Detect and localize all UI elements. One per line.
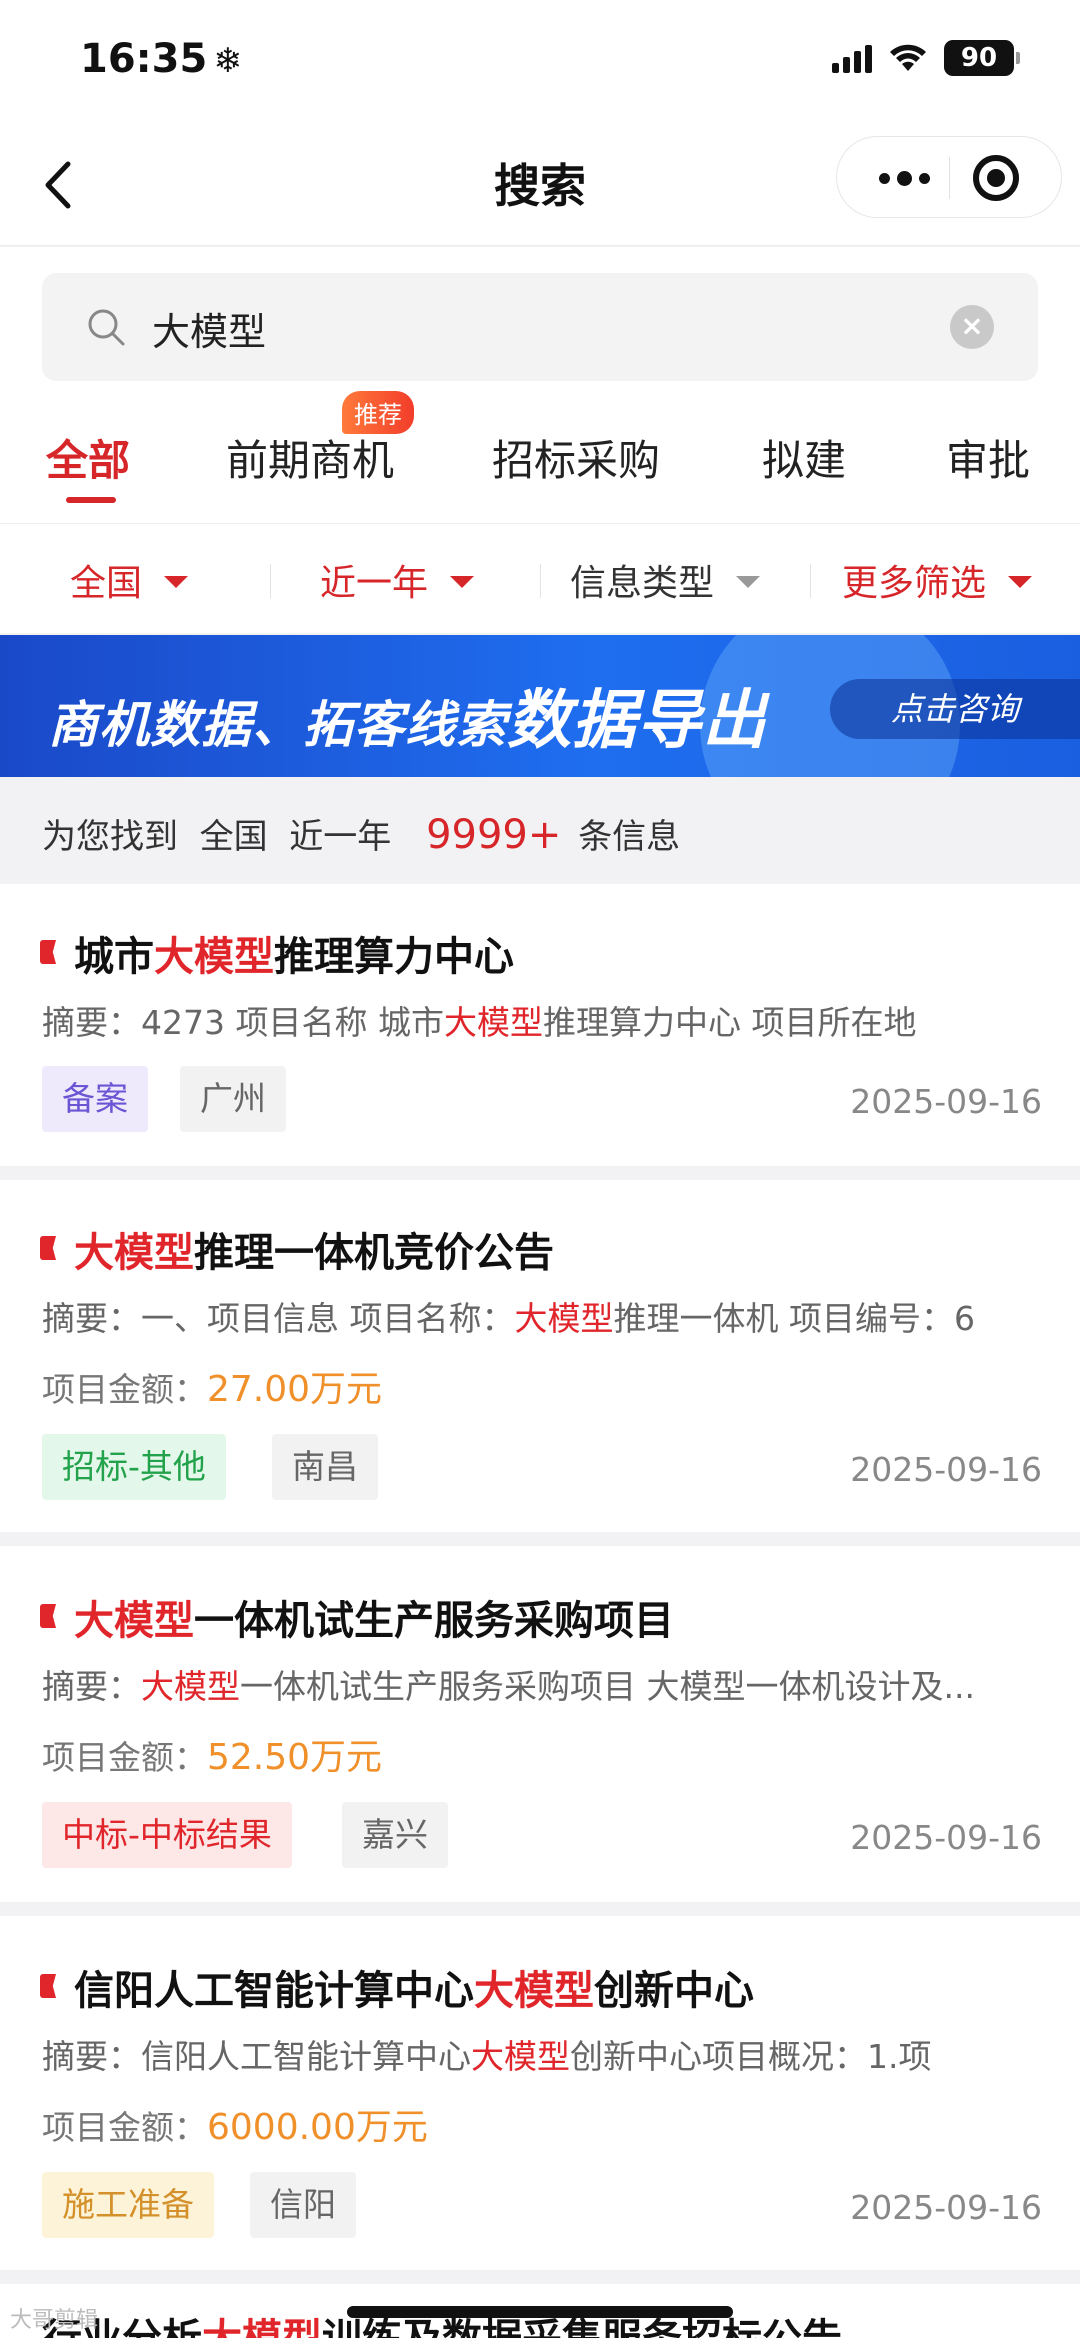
- result-date: 2025-09-16: [850, 1450, 1042, 1489]
- recommend-badge: 推荐: [342, 391, 414, 434]
- filter-info-type[interactable]: 信息类型: [570, 554, 761, 606]
- status-icons: 90: [832, 40, 1020, 76]
- filter-divider: [270, 564, 271, 598]
- result-amount: 项目金额：52.50万元: [42, 1737, 383, 1778]
- tab-proposed[interactable]: 拟建: [762, 427, 846, 488]
- close-target-icon[interactable]: [973, 155, 1019, 201]
- more-dots-icon[interactable]: [859, 137, 949, 219]
- location-tag: 信阳: [250, 2172, 356, 2238]
- result-date: 2025-09-16: [850, 2188, 1042, 2227]
- clear-icon[interactable]: ×: [950, 305, 994, 349]
- snowflake-icon: ❄: [213, 41, 242, 81]
- type-tag: 中标-中标结果: [42, 1802, 292, 1868]
- result-card[interactable]: 城市大模型推理算力中心 摘要：4273 项目名称 城市大模型推理算力中心 项目所…: [0, 884, 1080, 1166]
- tab-approval[interactable]: 审批: [946, 427, 1030, 488]
- location-tag: 嘉兴: [342, 1802, 448, 1868]
- result-summary: 为您找到 全国 近一年 9999+ 条信息: [0, 777, 1080, 884]
- location-tag: 广州: [180, 1066, 286, 1132]
- type-tag: 施工准备: [42, 2172, 214, 2238]
- result-title: 大模型一体机试生产服务采购项目: [74, 1598, 674, 1644]
- filter-more[interactable]: 更多筛选: [842, 554, 1033, 606]
- result-abstract: 摘要：4273 项目名称 城市大模型推理算力中心 项目所在地: [42, 1003, 917, 1042]
- result-abstract: 摘要：一、项目信息 项目名称：大模型推理一体机 项目编号：6: [42, 1299, 975, 1338]
- result-card[interactable]: 大模型推理一体机竞价公告 摘要：一、项目信息 项目名称：大模型推理一体机 项目编…: [0, 1180, 1080, 1532]
- home-indicator[interactable]: [347, 2306, 733, 2318]
- status-time: 16:35 ❄: [80, 36, 242, 82]
- battery-icon: 90: [944, 40, 1020, 76]
- filter-region[interactable]: 全国: [70, 554, 189, 606]
- flag-icon: [40, 1974, 56, 1998]
- caret-down-icon: [450, 576, 475, 588]
- result-abstract: 摘要：信阳人工智能计算中心大模型创新中心项目概况：1.项: [42, 2037, 932, 2076]
- search-section: 大模型 × 全部 前期商机 推荐 招标采购 拟建 审批: [0, 247, 1080, 523]
- watermark: 大哥剪辑: [10, 2308, 99, 2333]
- result-amount: 项目金额：6000.00万元: [42, 2107, 428, 2148]
- tab-early-opportunity[interactable]: 前期商机: [226, 427, 394, 488]
- search-input[interactable]: 大模型 ×: [42, 273, 1038, 381]
- filter-divider: [540, 564, 541, 598]
- search-icon: [88, 309, 125, 346]
- result-date: 2025-09-16: [850, 1818, 1042, 1857]
- consult-button[interactable]: 点击咨询: [830, 679, 1080, 739]
- location-tag: 南昌: [272, 1434, 378, 1500]
- active-tab-indicator: [66, 497, 116, 503]
- filter-bar: 全国 近一年 信息类型 更多筛选: [0, 523, 1080, 633]
- result-count: 9999+: [426, 812, 562, 858]
- caret-down-icon: [736, 576, 761, 588]
- tab-tender-procurement[interactable]: 招标采购: [492, 427, 660, 488]
- type-tag: 备案: [42, 1066, 148, 1132]
- result-title: 信阳人工智能计算中心大模型创新中心: [74, 1968, 754, 2014]
- capsule-divider: [949, 157, 950, 199]
- search-value: 大模型: [152, 310, 267, 354]
- miniapp-capsule: [836, 136, 1062, 218]
- result-amount: 项目金额：27.00万元: [42, 1369, 383, 1410]
- wifi-icon: [890, 44, 926, 71]
- caret-down-icon: [164, 576, 189, 588]
- filter-period[interactable]: 近一年: [320, 554, 475, 606]
- result-title: 大模型推理一体机竞价公告: [74, 1230, 554, 1276]
- nav-bar: 搜索: [0, 120, 1080, 246]
- promo-banner[interactable]: 商机数据、拓客线索数据导出 点击咨询: [0, 635, 1080, 777]
- type-tag: 招标-其他: [42, 1434, 226, 1500]
- result-card[interactable]: 大模型一体机试生产服务采购项目 摘要：大模型一体机试生产服务采购项目 大模型一体…: [0, 1546, 1080, 1902]
- flag-icon: [40, 1604, 56, 1628]
- result-card[interactable]: 信阳人工智能计算中心大模型创新中心 摘要：信阳人工智能计算中心大模型创新中心项目…: [0, 1916, 1080, 2270]
- cellular-signal-icon: [832, 43, 872, 73]
- result-abstract: 摘要：大模型一体机试生产服务采购项目 大模型一体机设计及...: [42, 1667, 975, 1706]
- filter-divider: [810, 564, 811, 598]
- flag-icon: [40, 1236, 56, 1260]
- status-bar: 16:35 ❄ 90: [0, 0, 1080, 120]
- caret-down-icon: [1008, 576, 1033, 588]
- banner-text: 商机数据、拓客线索数据导出: [48, 684, 767, 758]
- result-title: 城市大模型推理算力中心: [74, 934, 514, 980]
- result-date: 2025-09-16: [850, 1082, 1042, 1121]
- flag-icon: [40, 940, 56, 964]
- tab-all[interactable]: 全部: [46, 427, 130, 488]
- category-tabs: 全部 前期商机 推荐 招标采购 拟建 审批: [0, 391, 1080, 523]
